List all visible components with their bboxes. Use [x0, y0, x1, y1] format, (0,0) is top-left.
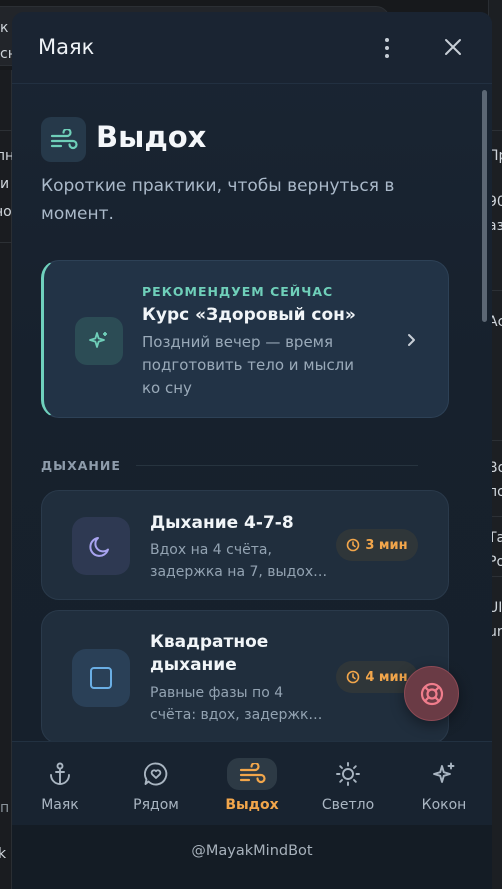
tab-svetlo[interactable]: Светло	[300, 742, 396, 826]
duration-text: 4 мин	[365, 669, 408, 685]
moon-icon	[72, 517, 130, 575]
page-title: Выдох	[96, 120, 207, 154]
tab-label: Рядом	[133, 797, 179, 813]
practice-title: Дыхание 4-7-8	[150, 513, 294, 533]
recommendation-label: РЕКОМЕНДУЕМ СЕЙЧАС	[142, 284, 334, 299]
bot-username[interactable]: @MayakMindBot	[12, 843, 492, 859]
practice-card[interactable]: Квадратное дыхание Равные фазы по 4 счёт…	[41, 610, 449, 744]
group-label: ДЫХАНИЕ	[41, 458, 121, 473]
mini-app-panel: Маяк Выдох Короткие практики, чтобы верн…	[12, 12, 492, 889]
recommendation-title: Курс «Здоровый сон»	[142, 305, 356, 325]
practice-description: Равные фазы по 4 счёта: вдох, задержк…	[150, 685, 323, 723]
wind-icon	[227, 758, 277, 790]
sparkles-icon	[75, 317, 123, 365]
square-icon	[72, 649, 130, 707]
duration-text: 3 мин	[365, 537, 408, 553]
scrollbar-thumb[interactable]	[482, 90, 487, 322]
background-text: но	[0, 204, 12, 220]
anchor-icon	[40, 758, 80, 790]
practice-title: Квадратное дыхание	[150, 632, 269, 675]
tab-kokon[interactable]: Кокон	[396, 742, 492, 826]
group-divider	[136, 465, 418, 466]
clock-icon	[347, 538, 360, 552]
practice-description: Вдох на 4 счёта, задержка на 7, выдох…	[150, 542, 328, 580]
chevron-right-icon	[402, 331, 420, 349]
background-text: и	[0, 176, 10, 192]
lifebuoy-icon	[420, 682, 443, 705]
tab-label: Светло	[321, 797, 375, 813]
background-text: к	[0, 20, 9, 36]
background-left-column	[0, 70, 12, 889]
lifebuoy-button[interactable]	[404, 666, 459, 721]
clock-icon	[347, 670, 360, 684]
app-title: Маяк	[38, 35, 95, 59]
sun-icon	[328, 758, 368, 790]
scrollbar[interactable]	[482, 90, 488, 742]
more-menu-icon[interactable]	[378, 34, 396, 62]
bot-footer: @MayakMindBot	[12, 825, 492, 889]
tab-ryadom[interactable]: Рядом	[108, 742, 204, 826]
page-subtitle: Короткие практики, чтобы вернуться в мом…	[41, 176, 395, 224]
duration-badge: 3 мин	[336, 529, 418, 561]
bottom-tab-bar: Маяк Рядом Выдох Светло Кокон	[12, 741, 492, 825]
tab-label: Кокон	[421, 797, 467, 813]
tab-label: Маяк	[41, 797, 79, 813]
background-text: п	[0, 800, 10, 816]
heart-chat-icon	[136, 758, 176, 790]
close-icon[interactable]	[440, 34, 466, 60]
tab-mayak[interactable]: Маяк	[12, 742, 108, 826]
panel-header: Маяк	[12, 12, 492, 84]
wind-icon	[41, 117, 86, 162]
tab-vydokh[interactable]: Выдох	[204, 742, 300, 826]
practice-card[interactable]: Дыхание 4-7-8 Вдох на 4 счёта, задержка …	[41, 490, 449, 600]
tab-label: Выдох	[225, 797, 279, 813]
recommendation-description: Поздний вечер — время подготовить тело и…	[142, 333, 355, 397]
sparkles-icon	[424, 758, 464, 790]
recommendation-card[interactable]: РЕКОМЕНДУЕМ СЕЙЧАС Курс «Здоровый сон» П…	[41, 260, 449, 418]
